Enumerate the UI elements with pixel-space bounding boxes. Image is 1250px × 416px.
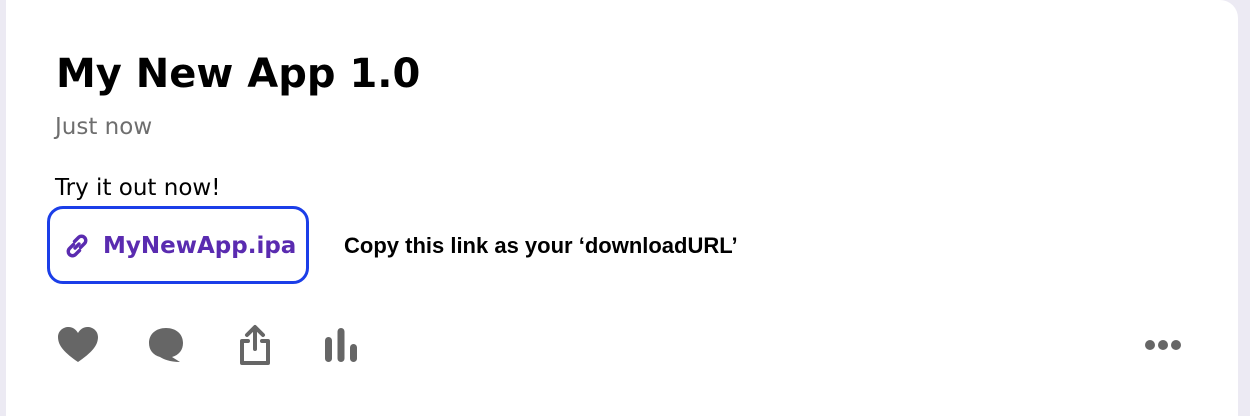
annotation-note: Copy this link as your ‘downloadURL’ (344, 233, 738, 258)
post-body: Try it out now! (55, 175, 221, 201)
share-button[interactable] (232, 322, 278, 368)
link-icon (63, 232, 91, 260)
like-button[interactable] (55, 322, 101, 368)
more-button[interactable] (1140, 322, 1186, 368)
stats-button[interactable] (318, 322, 364, 368)
heart-icon (57, 326, 99, 364)
post-title: My New App 1.0 (56, 51, 421, 97)
more-icon (1143, 338, 1183, 352)
post-card: My New App 1.0 Just now Try it out now! … (6, 0, 1238, 416)
attachment-link[interactable]: MyNewApp.ipa (47, 206, 309, 284)
stats-icon (321, 326, 361, 364)
share-icon (237, 324, 273, 366)
comment-icon (146, 325, 186, 365)
comment-button[interactable] (143, 322, 189, 368)
attachment-filename[interactable]: MyNewApp.ipa (103, 231, 296, 261)
post-timestamp: Just now (55, 114, 153, 140)
